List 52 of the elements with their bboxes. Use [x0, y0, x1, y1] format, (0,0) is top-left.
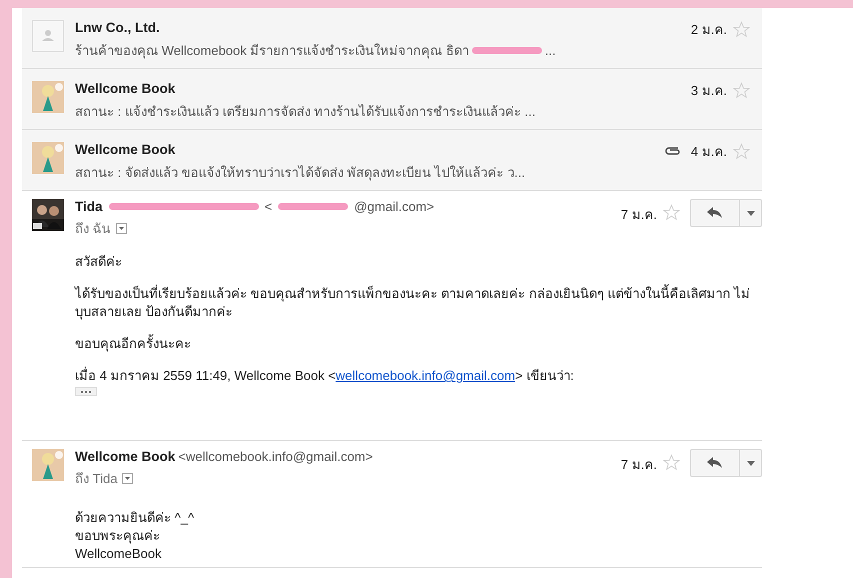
character-avatar-icon [32, 142, 64, 174]
message-text: ขอบคุณอีกครั้งนะคะ [75, 335, 192, 353]
sender-email: @gmail.com> [354, 199, 434, 214]
character-avatar-icon [32, 449, 64, 481]
star-icon[interactable] [733, 20, 750, 38]
sender-email: < [264, 199, 272, 214]
recipient-label: ถึง Tida [75, 470, 118, 488]
sender-name: Wellcome Book [75, 142, 176, 157]
message-date: 4 ม.ค. [690, 142, 727, 160]
message-snippet: สถานะ : แจ้งชำระเงินแล้ว เตรียมการจัดส่ง ทางร้านได้รับแจ้งการชำระเงินแล้วค่ะ ... [75, 103, 536, 121]
show-trimmed-content-button[interactable] [75, 387, 97, 396]
message-date: 3 ม.ค. [690, 82, 727, 100]
details-dropdown-icon[interactable] [116, 223, 127, 234]
star-icon[interactable] [663, 454, 680, 471]
email-link[interactable]: wellcomebook.info@gmail.com [336, 368, 516, 383]
message-snippet: ร้านค้าของคุณ Wellcomebook มีรายการแจ้งชำระเงินใหม่จากคุณ ธิดา [75, 42, 469, 60]
message-text: สวัสดีค่ะ [75, 253, 123, 271]
sender-name: Tida [75, 199, 103, 214]
collapsed-message[interactable]: Wellcome Book สถานะ : จัดส่งแล้ว ขอแจ้งให้ทราบว่าเราได้จัดส่ง พัสดุลงทะเบียน ไปให้แล้วค่ะ ว... 4 ม.ค. [22, 130, 762, 191]
reply-button[interactable] [690, 449, 740, 477]
star-icon[interactable] [733, 142, 750, 160]
message-date: 7 ม.ค. [620, 206, 657, 224]
message-date: 7 ม.ค. [620, 456, 657, 474]
reply-icon [707, 457, 723, 469]
caret-icon [746, 210, 754, 216]
character-avatar-icon [32, 81, 64, 113]
more-options-button[interactable] [740, 449, 762, 477]
message-text: ด้วยความยินดีค่ะ ^_^ [75, 509, 196, 527]
message-snippet: สถานะ : จัดส่งแล้ว ขอแจ้งให้ทราบว่าเราได้จัดส่ง พัสดุลงทะเบียน ไปให้แล้วค่ะ ว... [75, 164, 526, 182]
star-icon[interactable] [663, 204, 680, 221]
redaction-mark [472, 47, 542, 54]
recipient-label: ถึง ฉัน [75, 220, 111, 238]
redaction-mark [278, 203, 348, 210]
message-text: ขอบพระคุณค่ะ [75, 527, 161, 545]
message-text: ได้รับของเป็นที่เรียบร้อยแล้วค่ะ ขอบคุณสำหรับการแพ็กของนะคะ ตามคาดเลยค่ะ กล่องเยินนิดๆ แต่ข้างในนี้คือเลิศมาก ไม่บุบสลายเลย ป้องกันดีมากค่ะ [75, 285, 752, 321]
message-snippet: ... [544, 43, 556, 58]
more-options-button[interactable] [740, 199, 762, 227]
sender-name: Lnw Co., Ltd. [75, 20, 161, 35]
quote-attribution: เมื่อ 4 มกราคม 2559 11:49, Wellcome Book <wellcomebook.info@gmail.com> เขียนว่า: [75, 367, 575, 385]
caret-icon [746, 460, 754, 466]
message-text: WellcomeBook [75, 545, 162, 563]
collapsed-message[interactable]: Wellcome Book สถานะ : แจ้งชำระเงินแล้ว เตรียมการจัดส่ง ทางร้านได้รับแจ้งการชำระเงินแล้วค่ะ ... 3 ม.ค. [22, 69, 762, 130]
avatar-placeholder-icon [32, 20, 64, 52]
collapsed-message[interactable]: Lnw Co., Ltd. ร้านค้าของคุณ Wellcomebook มีรายการแจ้งชำระเงินใหม่จากคุณ ธิดา ... 2 ม.ค. [22, 8, 762, 69]
reply-button[interactable] [690, 199, 740, 227]
sender-name: Wellcome Book [75, 81, 176, 96]
sender-email: <wellcomebook.info@gmail.com> [178, 449, 373, 464]
details-dropdown-icon[interactable] [122, 473, 134, 484]
message-date: 2 ม.ค. [690, 20, 727, 38]
sender-name: Wellcome Book [75, 449, 176, 464]
reply-icon [707, 207, 723, 219]
star-icon[interactable] [733, 82, 750, 98]
